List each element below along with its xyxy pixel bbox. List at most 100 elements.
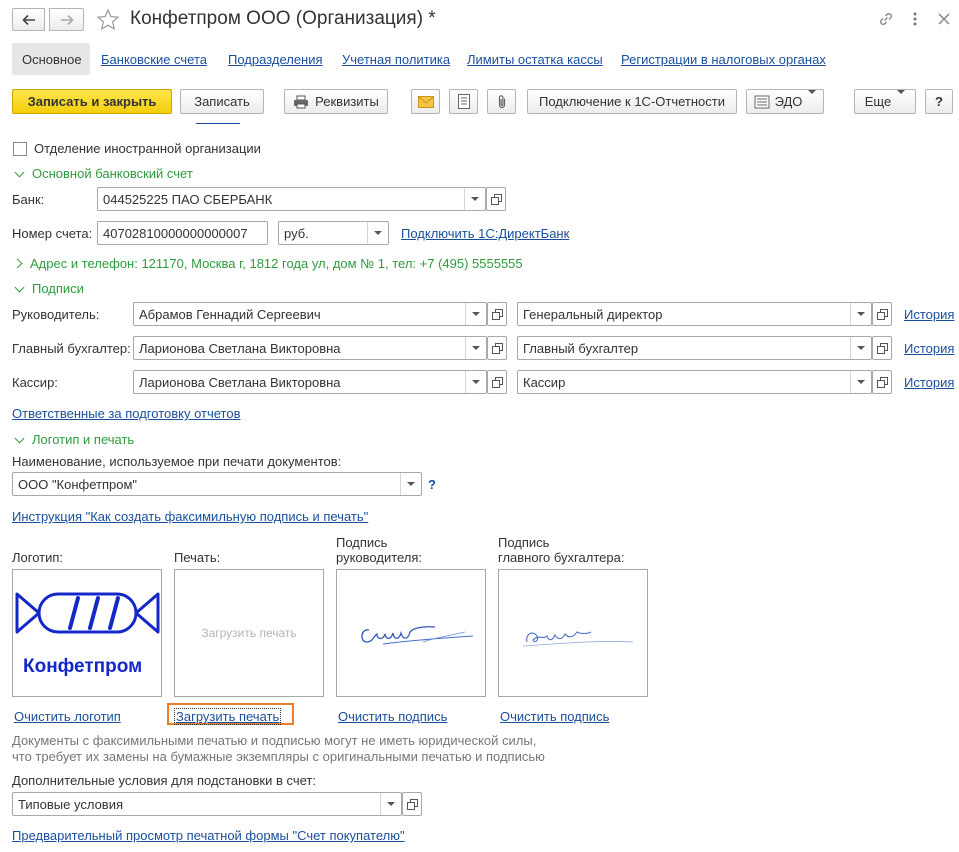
bank-field[interactable]: 044525225 ПАО СБЕРБАНК (97, 187, 486, 211)
chief-accountant-position-open-button[interactable] (872, 336, 892, 360)
accountant-signature-box[interactable] (498, 569, 648, 697)
signature-image (522, 631, 634, 647)
head-signature-label-1: Подпись (336, 535, 388, 550)
facsimile-instruction-link[interactable]: Инструкция "Как создать факсимильную под… (12, 509, 368, 524)
head-signature-box[interactable] (336, 569, 486, 697)
invoice-preview-link[interactable]: Предварительный просмотр печатной формы … (12, 828, 405, 843)
accountant-signature-label-1: Подпись (498, 535, 550, 550)
send-email-button[interactable] (411, 89, 440, 114)
chief-accountant-label: Главный бухгалтер: (12, 341, 131, 356)
clear-logo-link[interactable]: Очистить логотип (14, 709, 121, 724)
facsimile-warning-line-1: Документы с факсимильными печатью и подп… (12, 733, 537, 748)
close-icon[interactable] (937, 12, 951, 26)
cashier-name-field[interactable]: Ларионова Светлана Викторовна (133, 370, 487, 394)
cashier-open-button[interactable] (487, 370, 507, 394)
chief-accountant-name-field[interactable]: Ларионова Светлана Викторовна (133, 336, 487, 360)
tab-bank-accounts[interactable]: Банковские счета (101, 43, 207, 75)
bank-open-button[interactable] (486, 187, 506, 211)
cashier-position-field[interactable]: Кассир (517, 370, 872, 394)
chief-accountant-position-field[interactable]: Главный бухгалтер (517, 336, 872, 360)
help-button[interactable]: ? (925, 89, 953, 114)
more-button[interactable]: Еще (854, 89, 916, 114)
open-icon (492, 377, 503, 388)
tab-accounting-policy[interactable]: Учетная политика (342, 43, 450, 75)
tab-cash-limits[interactable]: Лимиты остатка кассы (467, 43, 603, 75)
director-open-button[interactable] (487, 302, 507, 326)
link-icon[interactable] (877, 10, 895, 28)
currency-field[interactable]: руб. (278, 221, 389, 245)
kebab-menu-icon[interactable] (911, 10, 919, 28)
tab-main[interactable]: Основное (12, 43, 90, 75)
attach-button[interactable] (487, 89, 516, 114)
chevron-down-icon[interactable] (850, 371, 871, 393)
document-button[interactable] (449, 89, 478, 114)
signature-image (361, 626, 474, 645)
account-label: Номер счета: (12, 226, 93, 241)
signatures-section-header[interactable]: Подписи (12, 281, 84, 296)
open-icon (492, 309, 503, 320)
foreign-branch-checkbox[interactable] (13, 142, 27, 156)
chevron-down-icon[interactable] (465, 337, 486, 359)
chief-accountant-open-button[interactable] (487, 336, 507, 360)
facsimile-warning-line-2: что требует их замены на бумажные экземп… (12, 749, 545, 764)
document-icon (457, 94, 470, 109)
chevron-right-icon (12, 258, 23, 269)
stamp-image-box[interactable]: Загрузить печать (174, 569, 324, 697)
director-label: Руководитель: (12, 307, 100, 322)
chevron-down-icon[interactable] (380, 793, 401, 815)
chevron-down-icon[interactable] (850, 337, 871, 359)
address-section-header[interactable]: Адрес и телефон: 121170, Москва г, 1812 … (12, 256, 523, 271)
chevron-down-icon (897, 94, 905, 109)
responsible-persons-link[interactable]: Ответственные за подготовку отчетов (12, 406, 241, 421)
star-icon[interactable] (96, 8, 120, 31)
save-and-close-button[interactable]: Записать и закрыть (12, 89, 172, 114)
chevron-down-icon[interactable] (850, 303, 871, 325)
logo-image-box[interactable]: Конфетпром (12, 569, 162, 697)
cashier-position-open-button[interactable] (872, 370, 892, 394)
print-name-label: Наименование, используемое при печати до… (12, 454, 342, 469)
open-icon (877, 343, 888, 354)
conditions-field[interactable]: Типовые условия (12, 792, 402, 816)
open-icon (407, 799, 418, 810)
tab-tax-registrations[interactable]: Регистрации в налоговых органах (621, 43, 826, 75)
chevron-down-icon[interactable] (465, 303, 486, 325)
chevron-down-icon (14, 282, 25, 292)
load-stamp-link[interactable]: Загрузить печать (174, 708, 282, 725)
arrow-right-icon (60, 14, 74, 25)
chevron-down-icon[interactable] (367, 222, 388, 244)
clear-accountant-signature-link[interactable]: Очистить подпись (500, 709, 609, 724)
save-button[interactable]: Записать (180, 89, 264, 114)
envelope-icon (417, 95, 434, 108)
director-position-open-button[interactable] (872, 302, 892, 326)
director-position-field[interactable]: Генеральный директор (517, 302, 872, 326)
director-history-link[interactable]: История (904, 307, 954, 322)
open-icon (491, 194, 502, 205)
tab-departments[interactable]: Подразделения (228, 43, 323, 75)
print-name-help[interactable]: ? (428, 477, 436, 492)
requisites-button[interactable]: Реквизиты (284, 89, 388, 114)
logo-section-header[interactable]: Логотип и печать (12, 432, 134, 447)
clear-head-signature-link[interactable]: Очистить подпись (338, 709, 447, 724)
chevron-down-icon[interactable] (400, 473, 421, 495)
account-number-field[interactable]: 40702810000000000007 (97, 221, 268, 245)
chevron-down-icon[interactable] (465, 371, 486, 393)
arrow-left-icon (21, 14, 35, 25)
director-name-field[interactable]: Абрамов Геннадий Сергеевич (133, 302, 487, 326)
edo-button[interactable]: ЭДО (746, 89, 824, 114)
stamp-placeholder: Загрузить печать (201, 626, 297, 640)
print-name-field[interactable]: ООО "Конфетпром" (12, 472, 422, 496)
bank-section-header[interactable]: Основной банковский счет (12, 166, 193, 181)
chief-accountant-history-link[interactable]: История (904, 341, 954, 356)
candy-logo-icon (15, 592, 160, 634)
edo-icon (754, 95, 770, 108)
directbank-link[interactable]: Подключить 1С:ДиректБанк (401, 226, 569, 241)
back-button[interactable] (12, 8, 45, 31)
paperclip-icon (498, 94, 505, 108)
scroll-cut-line (12, 117, 240, 126)
forward-button[interactable] (49, 8, 84, 31)
cashier-history-link[interactable]: История (904, 375, 954, 390)
conditions-open-button[interactable] (402, 792, 422, 816)
chevron-down-icon[interactable] (464, 188, 485, 210)
open-icon (877, 309, 888, 320)
connect-reporting-button[interactable]: Подключение к 1С-Отчетности (527, 89, 737, 114)
